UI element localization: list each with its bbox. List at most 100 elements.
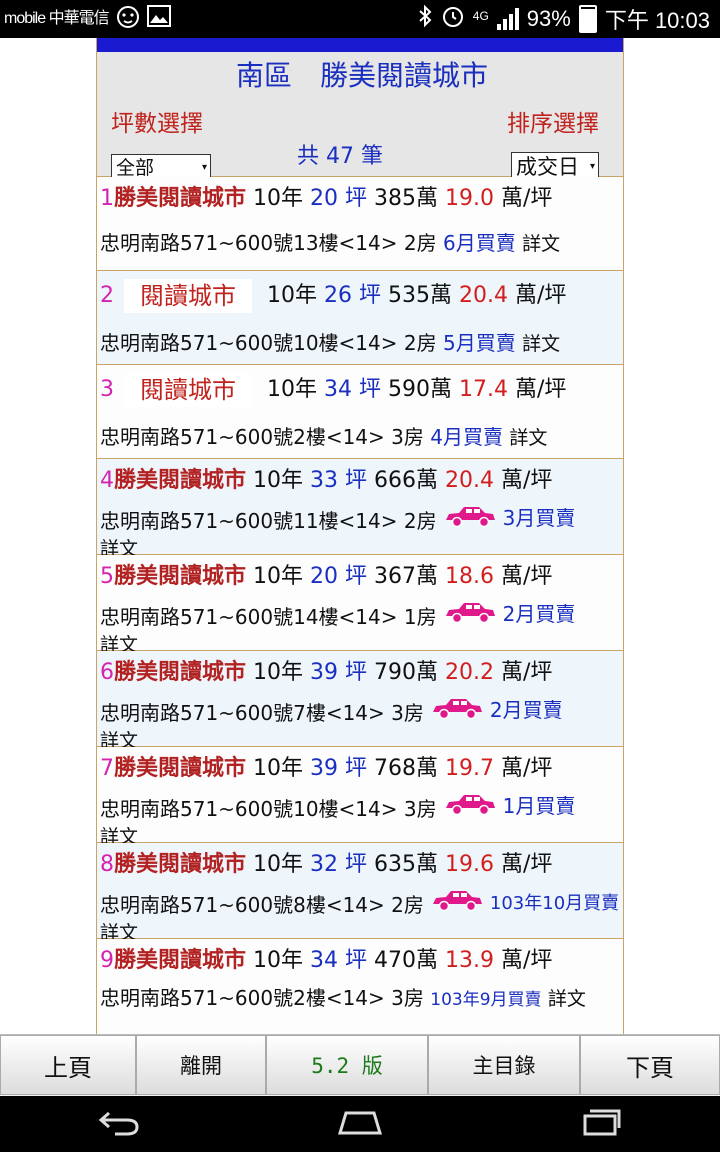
- listing-summary: 6勝美閱讀城市 10年 39 坪 790萬 20.2 萬/坪: [100, 651, 623, 695]
- detail-link[interactable]: 詳文: [548, 988, 586, 1010]
- total-price: 768萬: [374, 756, 439, 781]
- size-filter-label: 坪數選擇: [111, 111, 203, 137]
- total-price: 385萬: [374, 186, 439, 211]
- listing-number: 5: [100, 564, 114, 589]
- leave-button[interactable]: 離開: [136, 1035, 266, 1095]
- result-count: 共 47 筆: [297, 144, 383, 169]
- area-ping: 32: [310, 852, 339, 877]
- size-select-value: 全部: [116, 157, 155, 179]
- building-age: 10年: [267, 377, 317, 402]
- sale-date: 1月買賣: [502, 794, 576, 818]
- listing-row[interactable]: 5勝美閱讀城市 10年 20 坪 367萬 18.6 萬/坪 忠明南路571~60…: [97, 555, 623, 656]
- carrier-label: mobile 中華電信: [4, 10, 110, 27]
- listing-address: 忠明南路571~600號13樓<14> 2房: [100, 231, 437, 255]
- listing-name[interactable]: 勝美閱讀城市: [114, 468, 246, 493]
- listing-row[interactable]: 2 閱讀城市 10年 26 坪 535萬 20.4 萬/坪 忠明南路571~600號…: [97, 271, 623, 365]
- area-unit: 坪: [345, 468, 368, 493]
- listing-number: 1: [100, 186, 114, 211]
- listing-detail-line: 忠明南路571~600號11樓<14> 2房 3月買賣: [100, 503, 623, 536]
- listing-number: 4: [100, 468, 114, 493]
- unit-price-label: 萬/坪: [515, 283, 567, 308]
- building-age: 10年: [253, 948, 304, 973]
- main-menu-button[interactable]: 主目錄: [428, 1035, 580, 1095]
- listing-name[interactable]: 勝美閱讀城市: [114, 564, 246, 589]
- area-ping: 39: [310, 756, 339, 781]
- listing-row[interactable]: 4勝美閱讀城市 10年 33 坪 666萬 20.4 萬/坪 忠明南路571~60…: [97, 459, 623, 560]
- unit-price-label: 萬/坪: [501, 756, 553, 781]
- total-price: 367萬: [374, 564, 439, 589]
- total-price: 590萬: [388, 377, 453, 402]
- unit-price: 18.6: [445, 564, 495, 589]
- area-unit: 坪: [345, 660, 368, 685]
- building-age: 10年: [253, 468, 304, 493]
- detail-link[interactable]: 詳文: [522, 333, 560, 355]
- listing-detail-line: 忠明南路571~600號10樓<14> 2房 5月買賣 詳文: [100, 321, 623, 366]
- battery-icon: [578, 5, 597, 33]
- area-unit: 坪: [359, 283, 382, 308]
- area-unit: 坪: [359, 377, 382, 402]
- building-age: 10年: [253, 660, 304, 685]
- total-price: 790萬: [374, 660, 439, 685]
- area-ping: 34: [310, 948, 339, 973]
- system-nav-bar: [0, 1096, 720, 1152]
- sale-date: 103年9月買賣: [430, 990, 542, 1010]
- car-icon: [443, 504, 497, 536]
- unit-price: 20.4: [459, 283, 508, 308]
- listing-number: 8: [100, 852, 114, 877]
- total-price: 666萬: [374, 468, 439, 493]
- back-icon[interactable]: [97, 1107, 141, 1141]
- unit-price: 13.9: [445, 948, 495, 973]
- version-button[interactable]: 5.2 版: [266, 1035, 428, 1095]
- listing-detail-line: 忠明南路571~600號13樓<14> 2房 6月買賣 詳文: [100, 221, 623, 266]
- listing-row[interactable]: 8勝美閱讀城市 10年 32 坪 635萬 19.6 萬/坪 忠明南路571~60…: [97, 843, 623, 944]
- alarm-icon: [441, 4, 465, 34]
- listing-number: 2: [100, 283, 114, 308]
- listing-address: 忠明南路571~600號11樓<14> 2房: [100, 508, 437, 533]
- unit-price-label: 萬/坪: [501, 660, 553, 685]
- listing-number: 6: [100, 660, 114, 685]
- area-ping: 39: [310, 660, 339, 685]
- unit-price-label: 萬/坪: [515, 377, 567, 402]
- listing-name[interactable]: 勝美閱讀城市: [114, 852, 246, 877]
- unit-price-label: 萬/坪: [501, 468, 553, 493]
- listing-row[interactable]: 6勝美閱讀城市 10年 39 坪 790萬 20.2 萬/坪 忠明南路571~60…: [97, 651, 623, 752]
- detail-link[interactable]: 詳文: [509, 427, 547, 449]
- home-icon[interactable]: [336, 1107, 384, 1141]
- listing-detail-line: 忠明南路571~600號2樓<14> 3房 103年9月買賣 詳文: [100, 983, 623, 1015]
- unit-price-label: 萬/坪: [501, 948, 553, 973]
- detail-link[interactable]: 詳文: [522, 233, 560, 255]
- prev-page-button[interactable]: 上頁: [0, 1035, 136, 1095]
- listing-detail-line: 忠明南路571~600號7樓<14> 3房 2月買賣: [100, 695, 623, 728]
- area-ping: 20: [310, 186, 339, 211]
- signal-icon: [496, 8, 519, 30]
- listing-row[interactable]: 9勝美閱讀城市 10年 34 坪 470萬 13.9 萬/坪 忠明南路571~60…: [97, 939, 623, 1034]
- area-ping: 34: [324, 377, 352, 402]
- network-type-label: 4G: [472, 9, 489, 23]
- total-price: 635萬: [374, 852, 439, 877]
- unit-price-label: 萬/坪: [501, 186, 553, 211]
- listing-name[interactable]: 勝美閱讀城市: [114, 756, 246, 781]
- building-age: 10年: [253, 756, 304, 781]
- next-page-button[interactable]: 下頁: [580, 1035, 720, 1095]
- top-strip: [97, 38, 623, 52]
- listing-row[interactable]: 1勝美閱讀城市 10年 20 坪 385萬 19.0 萬/坪 忠明南路571~60…: [97, 177, 623, 271]
- car-icon: [430, 888, 484, 920]
- listing-name[interactable]: 勝美閱讀城市: [114, 186, 246, 211]
- sale-date: 103年10月買賣: [489, 893, 620, 914]
- area-ping: 33: [310, 468, 339, 493]
- listing-summary: 2 閱讀城市 10年 26 坪 535萬 20.4 萬/坪: [100, 271, 623, 321]
- listing-detail-line: 忠明南路571~600號8樓<14> 2房 103年10月買賣: [100, 887, 623, 920]
- listing-name[interactable]: 勝美閱讀城市: [114, 660, 246, 685]
- car-icon: [443, 600, 497, 632]
- listing-detail-line: 忠明南路571~600號2樓<14> 3房 4月買賣 詳文: [100, 415, 623, 460]
- sale-date: 3月買賣: [502, 506, 576, 530]
- listing-row[interactable]: 3 閱讀城市 10年 34 坪 590萬 17.4 萬/坪 忠明南路571~600號…: [97, 365, 623, 459]
- sale-date: 2月買賣: [489, 698, 563, 722]
- area-unit: 坪: [345, 756, 368, 781]
- listing-name[interactable]: 勝美閱讀城市: [114, 948, 246, 973]
- image-notification-icon: [146, 5, 171, 33]
- area-ping: 20: [310, 564, 339, 589]
- recents-icon[interactable]: [579, 1107, 623, 1141]
- listing-row[interactable]: 7勝美閱讀城市 10年 39 坪 768萬 19.7 萬/坪 忠明南路571~60…: [97, 747, 623, 848]
- area-unit: 坪: [345, 948, 368, 973]
